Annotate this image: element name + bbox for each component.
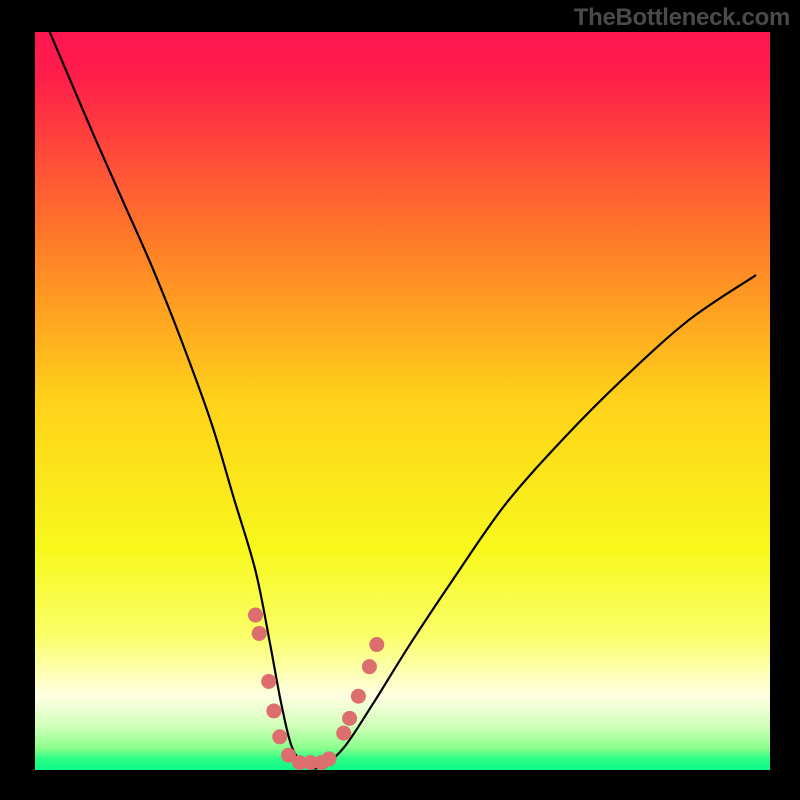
marker-dot bbox=[266, 703, 281, 718]
marker-dot bbox=[336, 726, 351, 741]
marker-dot bbox=[342, 711, 357, 726]
marker-dot bbox=[322, 751, 337, 766]
marker-dot bbox=[369, 637, 384, 652]
chart-frame: TheBottleneck.com bbox=[0, 0, 800, 800]
marker-dot bbox=[248, 608, 263, 623]
marker-dot bbox=[351, 689, 366, 704]
marker-dot bbox=[362, 659, 377, 674]
watermark-text: TheBottleneck.com bbox=[574, 4, 790, 32]
bottleneck-chart bbox=[35, 32, 770, 770]
marker-dot bbox=[252, 626, 267, 641]
plot-area bbox=[35, 32, 770, 770]
gradient-background bbox=[35, 32, 770, 770]
marker-dot bbox=[261, 674, 276, 689]
marker-dot bbox=[272, 729, 287, 744]
